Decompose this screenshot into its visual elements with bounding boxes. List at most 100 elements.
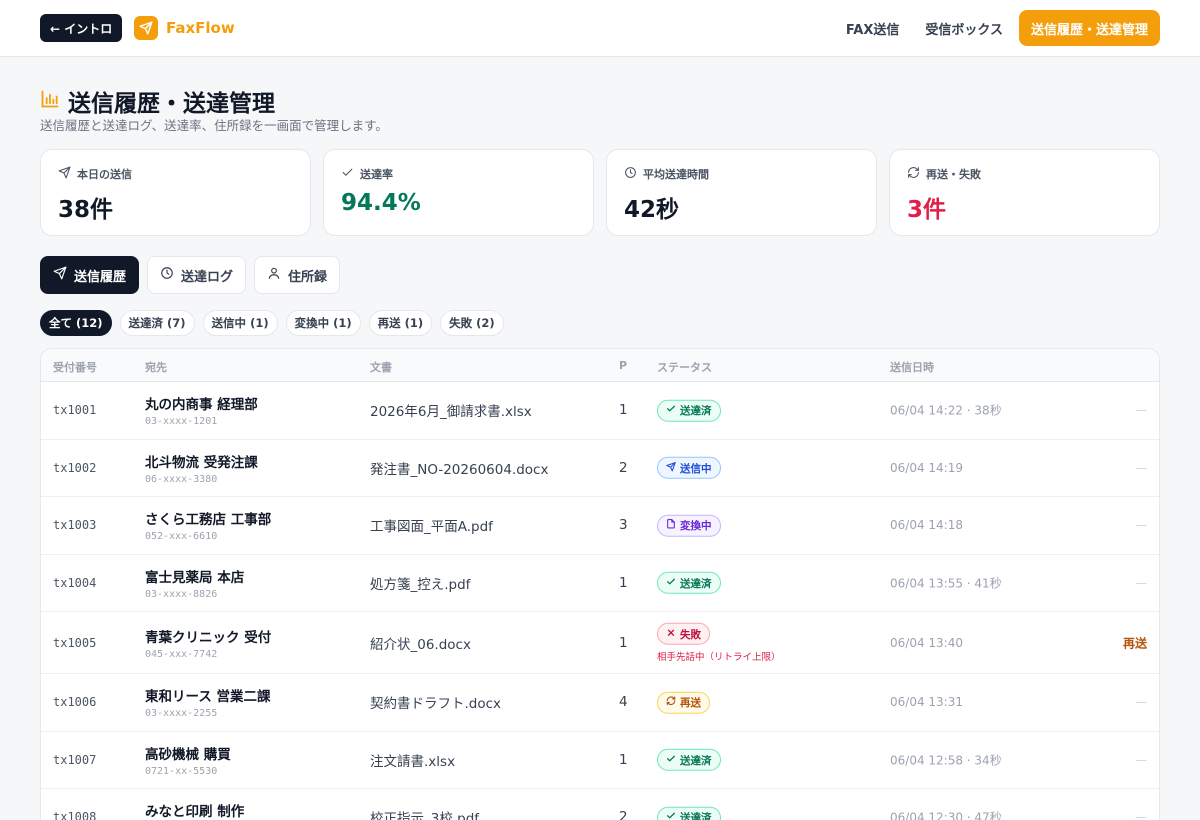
table-row[interactable]: tx1001 丸の内商事 経理部 03-xxxx-1201 2026年6月_御請求…: [41, 382, 1159, 440]
status-label: 送達済: [680, 754, 712, 767]
tab-address-book[interactable]: 住所録: [254, 256, 341, 294]
dest-name: 高砂機械 購買: [145, 746, 231, 763]
check-icon: [666, 577, 676, 590]
dest-name: 東和リース 営業二課: [145, 689, 271, 706]
row-action: —: [1135, 695, 1147, 710]
filter-all[interactable]: 全て (12): [40, 310, 112, 336]
sent-time: 06/04 13:40: [890, 635, 963, 650]
row-action: —: [1135, 575, 1147, 590]
stat-label: 再送・失敗: [926, 168, 981, 181]
history-table: 受付番号 宛先 文書 P ステータス 送信日時 tx1001 丸の内商事 経理部…: [40, 348, 1160, 820]
resend-button[interactable]: 再送: [1123, 634, 1147, 651]
sent-time: 06/04 12:30 · 47秒: [890, 810, 1002, 820]
sent-time: 06/04 13:55 · 41秒: [890, 576, 1002, 591]
failure-reason: 相手先話中（リトライ上限）: [657, 651, 781, 663]
receipt-id: tx1008: [53, 810, 97, 820]
row-action: —: [1135, 460, 1147, 475]
page-count: 1: [619, 751, 628, 768]
table-row[interactable]: tx1005 青葉クリニック 受付 045-xxx-7742 紹介状_06.doc…: [41, 612, 1159, 674]
dest-fax: 03-xxxx-1201: [145, 416, 218, 428]
filter-sending[interactable]: 送信中 (1): [202, 310, 278, 336]
tab-label: 送信履歴: [74, 269, 127, 285]
stat-card-resend-failed: 再送・失敗 3件: [889, 149, 1160, 236]
brand-name: FaxFlow: [166, 19, 235, 37]
intro-button-label: ← イントロ: [50, 21, 113, 36]
check-icon: [666, 811, 676, 820]
status-badge: 送達済: [657, 399, 721, 422]
table-row[interactable]: tx1007 高砂機械 購買 0721-xx-5530 注文請書.xlsx 1 送…: [41, 732, 1159, 789]
table-row[interactable]: tx1008 みなと印刷 制作03-xxxx-4410 校正指示_3校.pdf …: [41, 789, 1159, 820]
check-icon: [666, 404, 676, 417]
dest-fax: 03-xxxx-2255: [145, 708, 218, 720]
status-filters: 全て (12) 送達済 (7) 送信中 (1) 変換中 (1) 再送 (1) 失…: [40, 310, 504, 336]
stat-value: 38件: [58, 197, 114, 223]
stat-value: 3件: [907, 197, 947, 223]
receipt-id: tx1006: [53, 695, 97, 710]
dest-name: さくら工務店 工事部: [145, 512, 272, 529]
stat-card-today: 本日の送信 38件: [40, 149, 311, 236]
dest-name: 北斗物流 受発注課: [145, 454, 258, 471]
receipt-id: tx1005: [53, 635, 97, 650]
status-badge: 送達済: [657, 806, 721, 820]
status-badge: 失敗: [657, 622, 710, 645]
stats-row: 本日の送信 38件 送達率 94.4% 平均送達時間 42秒 再送・失敗 3件: [40, 149, 1160, 236]
table-row[interactable]: tx1002 北斗物流 受発注課 06-xxxx-3380 発注書_NO-2026…: [41, 440, 1159, 497]
view-tabs: 送信履歴 送達ログ 住所録: [40, 256, 341, 294]
tab-label: 住所録: [288, 269, 328, 285]
document-name: 紹介状_06.docx: [370, 636, 471, 653]
table-row[interactable]: tx1006 東和リース 営業二課 03-xxxx-2255 契約書ドラフト.do…: [41, 674, 1159, 732]
nav-history-label: 送信履歴・送達管理: [1030, 22, 1148, 38]
table-row[interactable]: tx1004 富士見薬局 本店 03-xxxx-8826 処方箋_控え.pdf 1…: [41, 555, 1159, 612]
page-title: 送信履歴・送達管理: [68, 91, 275, 117]
nav-inbox[interactable]: 受信ボックス: [915, 10, 1013, 46]
page-count: 2: [619, 459, 628, 476]
sent-time: 06/04 14:18: [890, 518, 963, 533]
col-dest: 宛先: [145, 361, 167, 374]
table-header: 受付番号 宛先 文書 P ステータス 送信日時: [41, 349, 1159, 382]
document-name: 処方箋_控え.pdf: [370, 576, 471, 593]
tab-history[interactable]: 送信履歴: [40, 256, 140, 294]
brand-logo[interactable]: FaxFlow: [134, 16, 235, 40]
receipt-id: tx1004: [53, 575, 97, 590]
nav-fax-send[interactable]: FAX送信: [836, 10, 909, 46]
sent-time: 06/04 13:31: [890, 695, 963, 710]
filter-failed[interactable]: 失敗 (2): [440, 310, 504, 336]
page-count: 1: [619, 402, 628, 419]
status-badge: 変換中: [657, 514, 721, 537]
receipt-id: tx1001: [53, 403, 97, 418]
page-count: 1: [619, 634, 628, 651]
refresh-icon: [666, 696, 676, 709]
receipt-id: tx1007: [53, 752, 97, 767]
tab-label: 送達ログ: [181, 269, 234, 285]
main-nav: FAX送信 受信ボックス 送信履歴・送達管理: [836, 10, 1160, 46]
document-name: 2026年6月_御請求書.xlsx: [370, 404, 532, 421]
document-name: 校正指示_3校.pdf: [370, 811, 480, 820]
intro-back-button[interactable]: ← イントロ: [40, 14, 123, 42]
filter-resend[interactable]: 再送 (1): [368, 310, 433, 336]
table-row[interactable]: tx1003 さくら工務店 工事部 052-xxx-6610 工事図面_平面A.p…: [41, 497, 1159, 555]
status-label: 送信中: [680, 462, 712, 475]
nav-history[interactable]: 送信履歴・送達管理: [1018, 10, 1160, 46]
paper-plane-icon: [134, 16, 158, 40]
tab-delivery-log[interactable]: 送達ログ: [147, 256, 247, 294]
col-time: 送信日時: [890, 361, 934, 374]
sent-time: 06/04 14:22 · 38秒: [890, 403, 1002, 418]
stat-card-rate: 送達率 94.4%: [323, 149, 594, 236]
col-pages: P: [619, 359, 628, 372]
page-count: 3: [619, 517, 628, 534]
status-label: 再送: [680, 697, 701, 709]
page-subtitle: 送信履歴と送達ログ、送達率、住所録を一画面で管理します。: [40, 118, 388, 133]
filter-delivered[interactable]: 送達済 (7): [119, 310, 195, 336]
status-label: 送達済: [680, 577, 712, 590]
filter-converting[interactable]: 変換中 (1): [285, 310, 361, 336]
status-badge: 送信中: [657, 457, 721, 479]
dest-fax: 052-xxx-6610: [145, 531, 218, 543]
page-count: 4: [619, 694, 628, 711]
row-action: —: [1135, 403, 1147, 418]
document-name: 注文請書.xlsx: [370, 753, 456, 770]
clock-icon: [160, 266, 174, 284]
status-label: 送達済: [680, 812, 712, 820]
dest-fax: 06-xxxx-3380: [145, 473, 218, 485]
receipt-id: tx1002: [53, 460, 97, 475]
dest-name: みなと印刷 制作: [145, 804, 245, 820]
